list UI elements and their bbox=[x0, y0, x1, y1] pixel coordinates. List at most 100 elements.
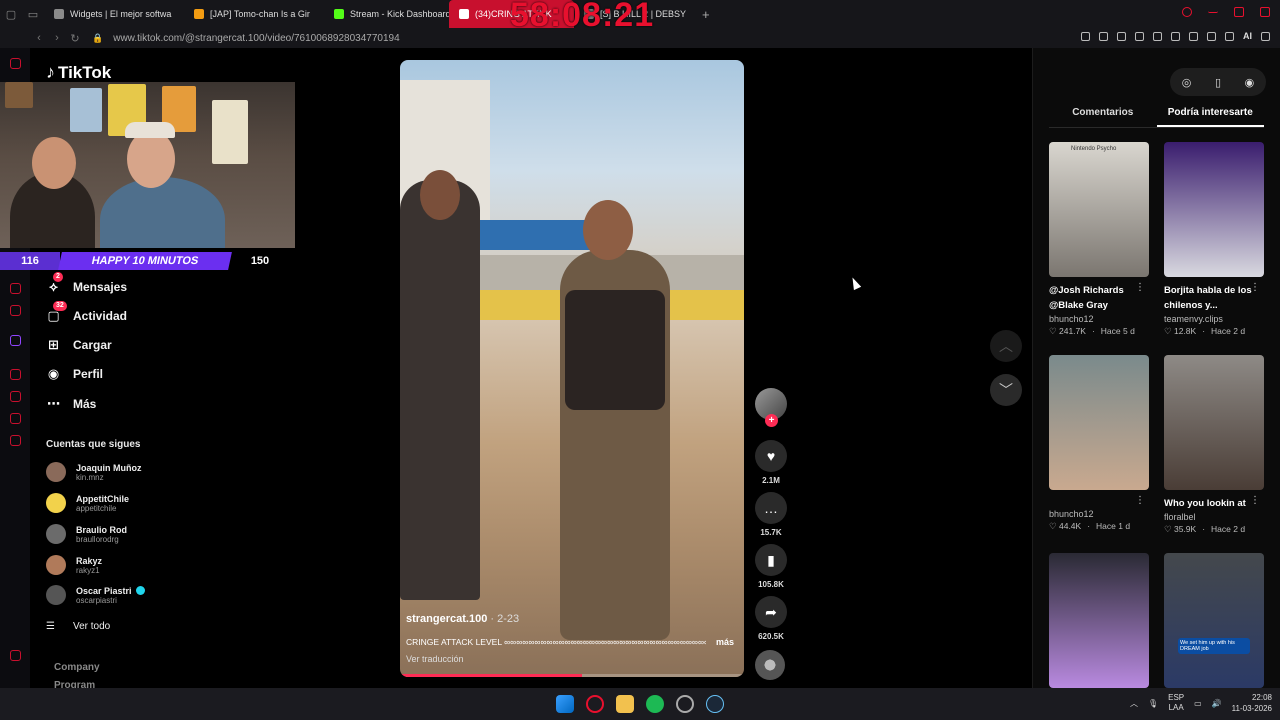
mobile-icon[interactable]: ▯ bbox=[1215, 76, 1221, 89]
footer-link-program[interactable]: Program bbox=[54, 680, 95, 688]
suggested-video-card[interactable]: We set him up with his DREAM job bbox=[1164, 553, 1264, 688]
video-thumbnail[interactable] bbox=[1049, 355, 1149, 490]
taskbar-clock[interactable]: 22:08 11-03-2026 bbox=[1232, 692, 1272, 714]
sidebar-bookmarks-icon[interactable] bbox=[10, 391, 21, 402]
wallet-icon[interactable] bbox=[1189, 31, 1198, 41]
share-icon[interactable]: ➦ bbox=[755, 596, 787, 628]
sidebar-settings-icon[interactable] bbox=[10, 435, 21, 446]
video-thumbnail[interactable] bbox=[1164, 355, 1264, 490]
suggested-video-card[interactable]: Borjita habla de los chilenos y... ⋮ teame… bbox=[1164, 142, 1264, 337]
next-video-button[interactable]: ﹀ bbox=[990, 374, 1022, 406]
forward-icon[interactable]: › bbox=[48, 32, 66, 44]
browser-tab[interactable]: [JAP] Tomo-chan Is a Gir bbox=[184, 0, 324, 28]
sidebar-twitch-icon[interactable] bbox=[10, 335, 21, 346]
followed-account[interactable]: AppetitChile appetitchile bbox=[46, 493, 129, 513]
save-action[interactable]: ▮ 105.8K bbox=[754, 544, 788, 589]
lock-icon[interactable]: 🔒 bbox=[92, 33, 103, 44]
followed-account[interactable]: Joaquin Muñoz kin.mnz bbox=[46, 462, 142, 482]
nav-item-actividad[interactable]: ▢ 32 Actividad bbox=[46, 301, 127, 323]
browser-tab[interactable]: Widgets | El mejor softwa bbox=[44, 0, 184, 28]
microphone-icon[interactable]: 🎙 bbox=[1148, 699, 1158, 708]
bookmark-icon[interactable]: ▮ bbox=[755, 544, 787, 576]
sidebar-home-icon[interactable] bbox=[10, 58, 21, 69]
suggested-video-card[interactable]: Nintendo Psycho @Josh Richards @Blake Gra… bbox=[1049, 142, 1149, 337]
tray-chevron-icon[interactable]: ︿ bbox=[1130, 698, 1138, 709]
heart-icon[interactable]: ♥ bbox=[755, 440, 787, 472]
card-options-icon[interactable]: ⋮ bbox=[1135, 282, 1145, 293]
nav-item-cargar[interactable]: ⊞ Cargar bbox=[46, 337, 112, 352]
comment-icon[interactable]: … bbox=[755, 492, 787, 524]
followed-account[interactable]: Oscar Piastri oscarpiastri bbox=[46, 585, 145, 605]
video-thumbnail[interactable]: We set him up with his DREAM job bbox=[1164, 553, 1264, 688]
card-options-icon[interactable]: ⋮ bbox=[1135, 495, 1145, 506]
share-action[interactable]: ➦ 620.5K bbox=[754, 596, 788, 641]
reload-icon[interactable]: ↻ bbox=[66, 32, 84, 45]
nav-item-perfil[interactable]: ◉ Perfil bbox=[46, 366, 103, 381]
footer-link-company[interactable]: Company bbox=[54, 662, 100, 673]
opera-menu-icon[interactable]: ▢ bbox=[0, 8, 22, 21]
sidebar-mail-icon[interactable] bbox=[10, 305, 21, 316]
video-player[interactable]: strangercat.100 · 2-23 CRINGE ATTACK LEV… bbox=[400, 60, 744, 677]
like-action[interactable]: ♥ 2.1M bbox=[754, 440, 788, 485]
follow-plus-icon[interactable]: + bbox=[765, 414, 778, 427]
caption-more-button[interactable]: más bbox=[716, 637, 734, 647]
ai-button[interactable]: AI bbox=[1243, 31, 1252, 41]
video-thumbnail[interactable] bbox=[1164, 142, 1264, 277]
suggested-video-card[interactable] bbox=[1049, 553, 1149, 688]
opera-gx-icon[interactable] bbox=[586, 695, 604, 713]
network-icon[interactable]: ▭ bbox=[1194, 699, 1202, 708]
tab-search-icon[interactable] bbox=[1182, 7, 1192, 17]
video-thumbnail[interactable] bbox=[1049, 553, 1149, 688]
bookmark-icon[interactable] bbox=[1081, 31, 1090, 41]
user-avatar-icon[interactable]: ◉ bbox=[1245, 76, 1255, 89]
back-icon[interactable]: ‹ bbox=[30, 32, 48, 44]
file-explorer-icon[interactable] bbox=[616, 695, 634, 713]
profile-icon[interactable] bbox=[1207, 31, 1216, 41]
sidebar-extensions-icon[interactable] bbox=[10, 413, 21, 424]
maximize-button[interactable] bbox=[1234, 7, 1244, 17]
nav-item-más[interactable]: ⋯ Más bbox=[46, 396, 96, 411]
card-author[interactable]: bhuncho12 bbox=[1049, 314, 1149, 324]
tab-overview-icon[interactable]: ▭ bbox=[22, 8, 44, 21]
music-disc-icon[interactable] bbox=[755, 650, 785, 680]
card-options-icon[interactable]: ⋮ bbox=[1250, 282, 1260, 293]
author-avatar[interactable]: + bbox=[755, 388, 787, 427]
comment-action[interactable]: … 15.7K bbox=[754, 492, 788, 537]
close-button[interactable] bbox=[1260, 7, 1270, 17]
suggested-video-card[interactable]: Who you lookin at ⋮ floralbel ♡ 35.9K · Hace … bbox=[1164, 355, 1264, 535]
compass-icon[interactable]: ◎ bbox=[1182, 76, 1192, 89]
sidebar-gx-icon[interactable] bbox=[10, 650, 21, 661]
see-all-link[interactable]: ☰ Ver todo bbox=[46, 621, 110, 632]
heart-icon[interactable] bbox=[1153, 31, 1162, 41]
windows-start-icon[interactable] bbox=[556, 695, 574, 713]
translate-link[interactable]: Ver traducción bbox=[406, 654, 464, 664]
url-field[interactable]: www.tiktok.com/@strangercat.100/video/76… bbox=[113, 33, 399, 44]
video-author[interactable]: strangercat.100 · 2-23 bbox=[406, 613, 519, 625]
sidebar-messenger-icon[interactable] bbox=[10, 283, 21, 294]
suggested-video-card[interactable]: ⋮ bhuncho12 ♡ 44.4K · Hace 1 d bbox=[1049, 355, 1149, 532]
tab-suggestions[interactable]: Podría interesarte bbox=[1156, 102, 1264, 127]
card-options-icon[interactable]: ⋮ bbox=[1250, 495, 1260, 506]
tab-comments[interactable]: Comentarios bbox=[1049, 102, 1157, 127]
followed-account[interactable]: Braulio Rod braullorodrg bbox=[46, 524, 127, 544]
language-indicator[interactable]: ESP LAA bbox=[1168, 693, 1184, 713]
steam-icon[interactable] bbox=[706, 695, 724, 713]
followed-account[interactable]: Rakyz rakyz1 bbox=[46, 555, 102, 575]
card-author[interactable]: floralbel bbox=[1164, 512, 1264, 522]
obs-icon[interactable] bbox=[676, 695, 694, 713]
snapshot-icon[interactable] bbox=[1099, 31, 1108, 41]
new-tab-button[interactable]: + bbox=[694, 0, 718, 28]
sidebar-history-icon[interactable] bbox=[10, 369, 21, 380]
card-author[interactable]: bhuncho12 bbox=[1049, 509, 1149, 519]
minimize-button[interactable] bbox=[1208, 7, 1218, 13]
nav-item-mensajes[interactable]: ⟡ 2 Mensajes bbox=[46, 272, 127, 294]
previous-video-button[interactable]: ︿ bbox=[990, 330, 1022, 362]
spotify-icon[interactable] bbox=[646, 695, 664, 713]
video-thumbnail[interactable]: Nintendo Psycho bbox=[1049, 142, 1149, 277]
browser-tab[interactable]: Stream - Kick Dashboard bbox=[324, 0, 449, 28]
card-author[interactable]: teamenvy.clips bbox=[1164, 314, 1264, 324]
download-icon[interactable] bbox=[1225, 31, 1234, 41]
video-progress-bar[interactable] bbox=[400, 674, 744, 677]
translate-icon[interactable] bbox=[1117, 31, 1126, 41]
shield-icon[interactable] bbox=[1135, 31, 1144, 41]
